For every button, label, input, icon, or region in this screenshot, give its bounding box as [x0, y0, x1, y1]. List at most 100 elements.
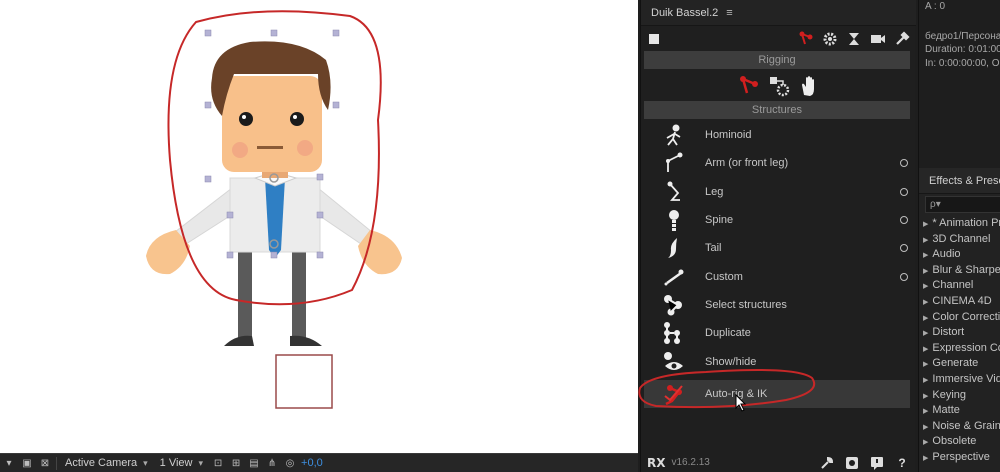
camera-tab-icon[interactable] — [870, 31, 886, 47]
disclosure-triangle-icon: ▶ — [923, 454, 929, 462]
structure-select-structures[interactable]: Select structures — [644, 291, 910, 319]
effects-category[interactable]: ▶ Generate — [919, 356, 1000, 372]
effects-category[interactable]: ▶Expression Controls — [919, 341, 1000, 357]
effects-category-label: Matte — [932, 404, 960, 417]
transparency-grid-icon[interactable]: ⊠ — [38, 457, 52, 469]
disclosure-triangle-icon: ▶ — [923, 376, 929, 384]
timeline-icon[interactable]: ▤ — [247, 457, 261, 469]
effects-category[interactable]: ▶Immersive Video — [919, 372, 1000, 388]
effects-category[interactable]: ▶ Noise & Grain — [919, 419, 1000, 435]
disclosure-triangle-icon: ▶ — [923, 267, 929, 275]
tail-icon — [660, 236, 688, 260]
options-radio-icon[interactable] — [900, 159, 908, 168]
duik-toolbar — [641, 27, 916, 51]
character-artwork — [146, 10, 402, 409]
info-in-out: In: 0:00:00:00, Ou — [925, 57, 1000, 69]
structure-duplicate[interactable]: Duplicate — [644, 319, 910, 347]
bones-subtab-icon[interactable] — [738, 75, 760, 97]
feedback-icon[interactable] — [869, 455, 885, 471]
effects-category[interactable]: ▶Color Correction — [919, 310, 1000, 326]
effects-category[interactable]: ▶ Channel — [919, 278, 1000, 294]
disclosure-triangle-icon: ▶ — [923, 314, 929, 322]
structures-section-header: Structures — [644, 101, 910, 119]
effects-category[interactable]: ▶* Animation Presets — [919, 216, 1000, 232]
structure-hominoid[interactable]: Hominoid — [644, 121, 910, 149]
leg-icon — [660, 180, 688, 204]
options-radio-icon[interactable] — [900, 272, 908, 281]
disclosure-triangle-icon: ▶ — [923, 408, 929, 416]
structure-tail[interactable]: Tail — [644, 234, 910, 262]
wrench-settings-icon[interactable] — [819, 455, 835, 471]
structure-spine[interactable]: Spine — [644, 206, 910, 234]
effects-category-label: Immersive Video — [932, 372, 1000, 385]
disclosure-triangle-icon: ▶ — [923, 298, 929, 306]
structure-custom[interactable]: Custom — [644, 262, 910, 290]
effects-category[interactable]: ▶ Distort — [919, 325, 1000, 341]
fast-previews-icon[interactable]: ⊞ — [229, 457, 243, 469]
view-layout-label: 1 View — [159, 457, 193, 469]
viewer-toolbar: ▾ ▣ ⊠ Active Camera ▾ 1 View ▾ ⊡ ⊞ ▤ ⋔ ◎… — [0, 453, 638, 472]
structure-label: Duplicate — [705, 327, 751, 340]
effects-category[interactable]: ▶ 3D Channel — [919, 232, 1000, 248]
disclosure-triangle-icon: ▶ — [923, 252, 929, 260]
disclosure-triangle-icon: ▶ — [923, 439, 929, 447]
effects-category[interactable]: ▶ Obsolete — [919, 434, 1000, 450]
info-duration: Duration: 0:01:00 — [925, 44, 1000, 55]
structure-arm[interactable]: Arm (or front leg) — [644, 149, 910, 177]
effects-category-label: Channel — [932, 279, 974, 292]
options-radio-icon[interactable] — [900, 244, 908, 253]
fit-view-icon[interactable]: ▾ — [2, 457, 16, 469]
exposure-value[interactable]: +0,0 — [301, 457, 323, 469]
rxlab-logo: RX — [647, 455, 666, 470]
options-radio-icon[interactable] — [900, 187, 908, 196]
effects-category-label: Keying — [932, 388, 967, 401]
effects-category-label: Obsolete — [932, 435, 977, 448]
options-radio-icon[interactable] — [900, 216, 908, 225]
effects-category[interactable]: ▶ Keying — [919, 388, 1000, 404]
structures-list: Hominoid Arm (or front leg) Leg Spine Ta… — [638, 121, 910, 412]
spine-icon — [660, 208, 688, 232]
effects-category[interactable]: ▶ Matte — [919, 403, 1000, 419]
settings-square-icon[interactable] — [647, 33, 661, 45]
help-icon[interactable]: ? — [894, 455, 910, 471]
links-constraints-subtab-icon[interactable] — [768, 75, 790, 97]
info-layer-name: бедро1/Персонаж — [925, 30, 1000, 42]
bug-report-icon[interactable] — [844, 455, 860, 471]
hand-controllers-subtab-icon[interactable] — [798, 75, 820, 97]
disclosure-triangle-icon: ▶ — [923, 392, 929, 400]
structure-label: Select structures — [705, 298, 787, 311]
disclosure-triangle-icon: ▶ — [923, 330, 929, 338]
flowchart-icon[interactable]: ⋔ — [265, 457, 279, 469]
red-highlight-annotation — [638, 368, 816, 408]
chevron-down-icon: ▾ — [198, 457, 204, 468]
effects-category-label: Audio — [932, 248, 961, 261]
panel-title[interactable]: Duik Bassel.2 — [651, 7, 718, 19]
structure-leg[interactable]: Leg — [644, 178, 910, 206]
toolbar-divider — [56, 456, 57, 470]
version-label: v16.2.13 — [671, 457, 710, 468]
reset-exposure-icon[interactable]: ◎ — [283, 457, 297, 469]
automation-tab-icon[interactable] — [822, 31, 838, 47]
view-layout-select[interactable]: 1 View ▾ — [156, 457, 207, 469]
region-of-interest-icon[interactable]: ▣ — [20, 457, 34, 469]
panel-menu-icon[interactable]: ≡ — [726, 7, 732, 19]
effects-category[interactable]: ▶ Blur & Sharpen — [919, 263, 1000, 279]
effects-presets-tab[interactable]: Effects & Presets — [919, 168, 1000, 194]
camera-select[interactable]: Active Camera ▾ — [61, 457, 152, 469]
composition-viewer[interactable] — [0, 0, 638, 453]
structure-label: Leg — [705, 185, 724, 198]
structure-auto-rig-ik[interactable]: Auto-rig & IK — [638, 368, 910, 412]
tools-tab-icon[interactable] — [894, 31, 910, 47]
disclosure-triangle-icon: ▶ — [923, 221, 929, 228]
animation-tab-icon[interactable] — [846, 31, 862, 47]
effects-category[interactable]: ▶ CINEMA 4D — [919, 294, 1000, 310]
structure-label: Custom — [705, 270, 743, 283]
info-alpha: A : 0 — [925, 1, 946, 12]
effects-category[interactable]: ▶ Audio — [919, 247, 1000, 263]
effects-search-input[interactable]: ρ▾ — [925, 196, 1000, 213]
toggle-pixel-aspect-icon[interactable]: ⊡ — [211, 457, 225, 469]
rigging-subtabs — [641, 73, 916, 99]
effects-category[interactable]: ▶ Perspective — [919, 450, 1000, 466]
rigging-tab-icon[interactable] — [798, 31, 814, 47]
structure-label: Tail — [705, 242, 722, 255]
